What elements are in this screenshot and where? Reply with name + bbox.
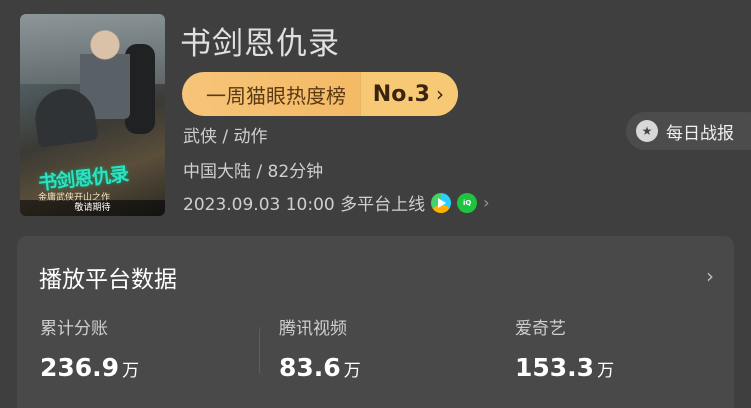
stat-value: 83.6 万 (279, 353, 361, 382)
stat-tencent: 腾讯视频 83.6 万 (279, 314, 361, 382)
movie-title: 书剑恩仇录 (180, 26, 340, 62)
medal-icon: ★ (636, 120, 658, 142)
rank-label: 一周猫眼热度榜 (206, 83, 346, 108)
platform-data-title: 播放平台数据 (39, 267, 177, 293)
stat-value: 236.9 万 (40, 353, 140, 382)
movie-poster[interactable]: 书剑恩仇录 金庸武侠开山之作 敬请期待 (20, 14, 165, 216)
chevron-right-icon: › (483, 193, 490, 212)
iqiyi-icon: iQ (457, 192, 478, 213)
stat-iqiyi: 爱奇艺 153.3 万 (515, 314, 614, 382)
movie-region-duration: 中国大陆 / 82分钟 (183, 162, 324, 182)
rank-value: No.3 › (359, 72, 458, 116)
daily-report-button[interactable]: ★ 每日战报 (626, 112, 751, 150)
chevron-right-icon: › (436, 82, 444, 106)
poster-coming-soon: 敬请期待 (20, 200, 165, 216)
release-text: 2023.09.03 10:00 多平台上线 (183, 195, 426, 215)
stat-total-revenue: 累计分账 236.9 万 (40, 314, 139, 382)
stat-label: 爱奇艺 (515, 319, 566, 339)
rank-badge-button[interactable]: 一周猫眼热度榜 No.3 › (182, 72, 458, 116)
rank-number: No.3 (372, 81, 430, 107)
stat-label: 腾讯视频 (279, 319, 347, 339)
movie-genre: 武侠 / 动作 (183, 127, 268, 147)
platform-data-card[interactable]: 播放平台数据 › 累计分账 236.9 万 腾讯视频 83.6 万 爱奇艺 153.… (17, 236, 734, 408)
stat-value: 153.3 万 (515, 353, 615, 382)
daily-report-label: 每日战报 (666, 123, 734, 144)
chevron-right-icon[interactable]: › (706, 264, 714, 288)
stat-label: 累计分账 (40, 319, 108, 339)
tencent-video-icon (431, 192, 452, 213)
release-info[interactable]: 2023.09.03 10:00 多平台上线 iQ › (183, 190, 490, 215)
divider (259, 326, 263, 376)
